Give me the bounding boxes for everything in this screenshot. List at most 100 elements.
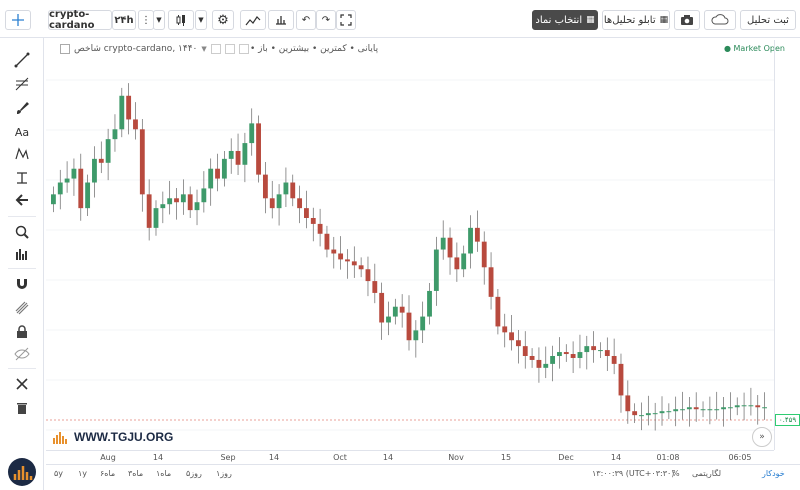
candle-body[interactable]: [577, 352, 583, 358]
candle-body[interactable]: [591, 346, 597, 351]
candle-body[interactable]: [707, 409, 713, 411]
candle-body[interactable]: [413, 330, 419, 341]
candle-body[interactable]: [283, 182, 289, 195]
candle-body[interactable]: [495, 296, 501, 327]
candle-body[interactable]: [406, 312, 412, 341]
fullscreen-button[interactable]: [336, 10, 356, 30]
site-logo[interactable]: [8, 458, 36, 486]
text-tool[interactable]: Aa: [11, 122, 33, 142]
candle-body[interactable]: [673, 409, 679, 412]
candle-body[interactable]: [365, 269, 371, 282]
range-5y[interactable]: ۵y: [54, 469, 63, 478]
tools-settings[interactable]: [11, 374, 33, 394]
indicators-button[interactable]: [240, 10, 266, 30]
time-axis[interactable]: Aug 14 Sep 14 Oct 14 Nov 15 Dec 14 01:08 06:05: [46, 450, 774, 464]
candle-body[interactable]: [105, 139, 111, 163]
measure-tool[interactable]: [11, 168, 33, 188]
stay-in-drawing-tool[interactable]: [11, 298, 33, 318]
candle-body[interactable]: [78, 168, 84, 209]
interval-dropdown[interactable]: ▼: [153, 10, 165, 30]
candle-body[interactable]: [652, 413, 658, 415]
settings-button[interactable]: ⚙: [212, 10, 234, 30]
close-icon[interactable]: [238, 44, 249, 54]
candle-body[interactable]: [228, 150, 234, 159]
candle-body[interactable]: [57, 182, 63, 195]
volume-profile-tool[interactable]: [11, 244, 33, 264]
candle-body[interactable]: [139, 129, 145, 195]
candle-body[interactable]: [741, 405, 747, 407]
snapshot-button[interactable]: [674, 10, 700, 30]
select-symbol-button[interactable]: انتخاب نماد ▦: [532, 10, 598, 30]
save-analysis-button[interactable]: ثبت تحلیل: [740, 10, 796, 30]
candle-body[interactable]: [317, 223, 323, 234]
collapse-legend-icon[interactable]: [60, 44, 70, 54]
chart-type-dropdown[interactable]: ▼: [195, 10, 207, 30]
candle-body[interactable]: [632, 411, 638, 416]
candle-body[interactable]: [488, 267, 494, 297]
zoom-tool[interactable]: [11, 222, 33, 242]
candle-body[interactable]: [201, 188, 207, 203]
candle-body[interactable]: [522, 346, 528, 356]
candle-body[interactable]: [215, 168, 220, 179]
candle-body[interactable]: [256, 123, 261, 175]
candle-body[interactable]: [474, 227, 480, 242]
candle-body[interactable]: [379, 292, 385, 323]
candle-body[interactable]: [686, 407, 692, 410]
chevron-down-icon[interactable]: ▼: [201, 45, 206, 53]
candlestick-chart[interactable]: [46, 40, 774, 450]
fib-tool[interactable]: [11, 74, 33, 94]
candle-body[interactable]: [221, 158, 227, 179]
candle-body[interactable]: [133, 119, 138, 130]
candle-body[interactable]: [502, 326, 508, 333]
chart-type-button[interactable]: [168, 10, 194, 30]
candle-body[interactable]: [180, 194, 186, 203]
candle-body[interactable]: [85, 182, 91, 209]
clock-timezone[interactable]: ۱۳:۰۰:۳۹ (UTC+۰۳:۳۰): [592, 469, 674, 478]
candle-body[interactable]: [331, 249, 337, 254]
pattern-tool[interactable]: [11, 144, 33, 164]
compare-button[interactable]: [268, 10, 294, 30]
candle-body[interactable]: [304, 208, 309, 218]
candle-body[interactable]: [557, 352, 562, 356]
more-menu-button[interactable]: ⋮: [138, 10, 154, 30]
candle-body[interactable]: [98, 158, 104, 163]
candle-body[interactable]: [427, 290, 432, 317]
candle-body[interactable]: [174, 198, 179, 203]
auto-toggle[interactable]: خودکار: [762, 469, 785, 478]
candle-body[interactable]: [338, 253, 344, 260]
candle-body[interactable]: [153, 208, 159, 228]
candle-body[interactable]: [269, 198, 275, 209]
magnet-tool[interactable]: [11, 274, 33, 294]
candle-body[interactable]: [618, 363, 624, 396]
candle-body[interactable]: [92, 158, 97, 183]
candle-body[interactable]: [126, 95, 132, 120]
candle-body[interactable]: [645, 413, 651, 416]
interval-selector[interactable]: ۲۴h: [112, 10, 136, 30]
candle-body[interactable]: [550, 356, 556, 364]
candle-body[interactable]: [146, 194, 152, 228]
candle-body[interactable]: [372, 281, 378, 293]
candle-body[interactable]: [481, 241, 487, 268]
range-1m[interactable]: ۱ماه: [156, 469, 171, 478]
candle-body[interactable]: [324, 233, 330, 250]
candle-body[interactable]: [611, 356, 617, 364]
candle-body[interactable]: [194, 202, 200, 211]
range-1y[interactable]: ۱y: [78, 469, 87, 478]
eye-icon[interactable]: [224, 44, 235, 54]
candle-body[interactable]: [714, 409, 720, 411]
candle-body[interactable]: [64, 178, 70, 183]
brush-tool[interactable]: [11, 98, 33, 118]
candle-body[interactable]: [386, 316, 391, 323]
candle-body[interactable]: [119, 95, 125, 130]
candle-body[interactable]: [276, 194, 282, 209]
candle-body[interactable]: [509, 332, 514, 341]
candle-body[interactable]: [358, 265, 364, 270]
candle-body[interactable]: [454, 257, 460, 270]
candle-body[interactable]: [433, 249, 439, 291]
candle-body[interactable]: [727, 407, 733, 409]
candle-body[interactable]: [420, 316, 426, 331]
trend-line-tool[interactable]: [11, 50, 33, 70]
candle-body[interactable]: [659, 411, 665, 414]
candle-body[interactable]: [529, 356, 535, 360]
candle-body[interactable]: [700, 409, 706, 411]
